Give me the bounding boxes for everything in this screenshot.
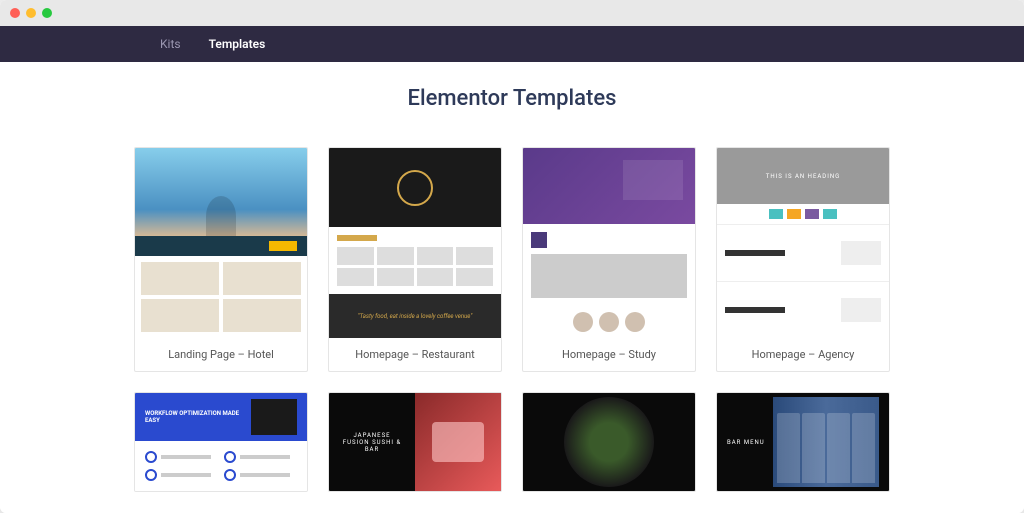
template-card-chef[interactable]: CHEF'S MENU bbox=[522, 392, 696, 492]
close-icon[interactable] bbox=[10, 8, 20, 18]
template-thumbnail: CHEF'S MENU bbox=[523, 393, 695, 491]
template-card-agency[interactable]: THIS IS AN HEADING Homepage – Agency bbox=[716, 147, 890, 372]
template-label: Homepage – Agency bbox=[717, 338, 889, 371]
template-card-bar[interactable]: BAR MENU bbox=[716, 392, 890, 492]
template-card-hotel[interactable]: Landing Page – Hotel bbox=[134, 147, 308, 372]
template-label: Homepage – Study bbox=[523, 338, 695, 371]
template-card-study[interactable]: Homepage – Study bbox=[522, 147, 696, 372]
template-label: Landing Page – Hotel bbox=[135, 338, 307, 371]
template-card-restaurant[interactable]: "Tasty food, eat inside a lovely coffee … bbox=[328, 147, 502, 372]
template-grid: Landing Page – Hotel "Tasty food, eat in… bbox=[0, 147, 1024, 512]
top-nav: Kits Templates bbox=[0, 26, 1024, 62]
template-label: Homepage – Restaurant bbox=[329, 338, 501, 371]
template-thumbnail: BAR MENU bbox=[717, 393, 889, 491]
minimize-icon[interactable] bbox=[26, 8, 36, 18]
content-area: Elementor Templates Landing Page – Hotel bbox=[0, 62, 1024, 513]
template-thumbnail bbox=[523, 148, 695, 338]
template-thumbnail bbox=[135, 148, 307, 338]
page-title: Elementor Templates bbox=[0, 86, 1024, 111]
maximize-icon[interactable] bbox=[42, 8, 52, 18]
template-card-sushi[interactable]: JAPANESE FUSION SUSHI & BAR bbox=[328, 392, 502, 492]
template-thumbnail: THIS IS AN HEADING bbox=[717, 148, 889, 338]
nav-kits[interactable]: Kits bbox=[160, 37, 181, 51]
template-thumbnail: "Tasty food, eat inside a lovely coffee … bbox=[329, 148, 501, 338]
template-card-workflow[interactable]: WORKFLOW OPTIMIZATION MADE EASY bbox=[134, 392, 308, 492]
nav-templates[interactable]: Templates bbox=[209, 37, 266, 51]
template-thumbnail: WORKFLOW OPTIMIZATION MADE EASY bbox=[135, 393, 307, 491]
browser-chrome bbox=[0, 0, 1024, 26]
app-window: Kits Templates Elementor Templates Landi… bbox=[0, 0, 1024, 513]
template-thumbnail: JAPANESE FUSION SUSHI & BAR bbox=[329, 393, 501, 491]
